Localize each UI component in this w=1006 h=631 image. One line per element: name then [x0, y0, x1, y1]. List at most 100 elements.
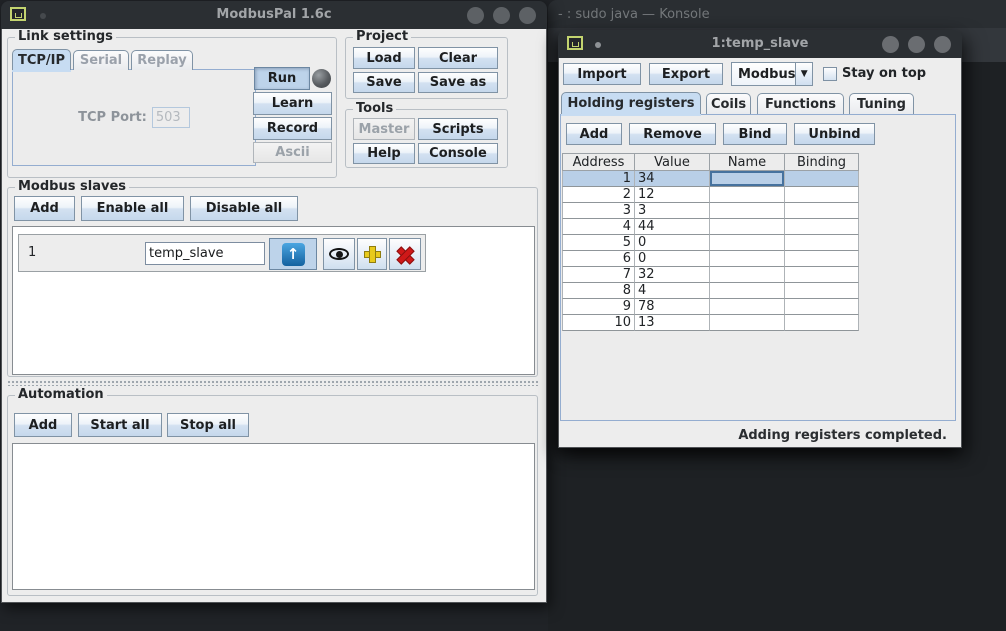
tab-tuning[interactable]: Tuning	[849, 93, 914, 114]
cell-binding[interactable]	[785, 315, 859, 331]
minimize-button[interactable]	[882, 36, 899, 53]
cell-binding[interactable]	[785, 171, 859, 187]
cell-address[interactable]: 1	[562, 171, 635, 187]
table-row[interactable]: 444	[562, 219, 859, 235]
add-automation-button[interactable]: Add	[14, 413, 72, 437]
save-button[interactable]: Save	[353, 72, 415, 93]
cell-address[interactable]: 7	[562, 267, 635, 283]
run-button[interactable]: Run	[254, 67, 310, 90]
slave-row[interactable]: 1 ↑	[18, 234, 426, 272]
ascii-button[interactable]: Ascii	[253, 142, 332, 163]
cell-name[interactable]	[710, 203, 785, 219]
cell-name[interactable]	[710, 299, 785, 315]
modbus-mode-select[interactable]: Modbus ▼	[731, 62, 813, 86]
temp-slave-titlebar[interactable]: 1:temp_slave	[558, 30, 962, 58]
cell-value[interactable]: 0	[635, 251, 710, 267]
cell-name[interactable]	[710, 187, 785, 203]
column-header-name[interactable]: Name	[710, 153, 785, 171]
add-register-button[interactable]: Add	[566, 123, 622, 145]
cell-binding[interactable]	[785, 267, 859, 283]
console-button[interactable]: Console	[418, 143, 498, 164]
cell-address[interactable]: 6	[562, 251, 635, 267]
cell-name[interactable]	[710, 267, 785, 283]
close-button[interactable]	[519, 7, 536, 24]
cell-address[interactable]: 3	[562, 203, 635, 219]
start-all-button[interactable]: Start all	[78, 413, 162, 437]
cell-name[interactable]	[710, 315, 785, 331]
slave-name-input[interactable]	[145, 242, 265, 265]
cell-address[interactable]: 9	[562, 299, 635, 315]
cell-binding[interactable]	[785, 187, 859, 203]
tab-tcpip[interactable]: TCP/IP	[12, 49, 71, 70]
cell-name[interactable]	[710, 171, 785, 187]
scripts-button[interactable]: Scripts	[418, 118, 498, 140]
maximize-button[interactable]	[493, 7, 510, 24]
maximize-button[interactable]	[908, 36, 925, 53]
bind-button[interactable]: Bind	[723, 123, 787, 145]
cell-value[interactable]: 34	[635, 171, 710, 187]
chevron-down-icon[interactable]: ▼	[795, 63, 812, 85]
cell-address[interactable]: 4	[562, 219, 635, 235]
cell-address[interactable]: 2	[562, 187, 635, 203]
table-row[interactable]: 134	[562, 171, 859, 187]
cell-value[interactable]: 12	[635, 187, 710, 203]
table-row[interactable]: 60	[562, 251, 859, 267]
clear-button[interactable]: Clear	[418, 47, 498, 69]
stay-on-top-checkbox[interactable]	[823, 67, 837, 81]
tab-serial[interactable]: Serial	[73, 50, 129, 70]
close-button[interactable]	[934, 36, 951, 53]
table-row[interactable]: 212	[562, 187, 859, 203]
cell-value[interactable]: 44	[635, 219, 710, 235]
cell-name[interactable]	[710, 219, 785, 235]
cell-name[interactable]	[710, 251, 785, 267]
slave-enabled-toggle-button[interactable]: ↑	[269, 238, 317, 270]
table-row[interactable]: 84	[562, 283, 859, 299]
cell-binding[interactable]	[785, 235, 859, 251]
table-row[interactable]: 33	[562, 203, 859, 219]
minimize-button[interactable]	[467, 7, 484, 24]
table-row[interactable]: 50	[562, 235, 859, 251]
table-row[interactable]: 978	[562, 299, 859, 315]
split-divider[interactable]	[7, 380, 538, 386]
delete-slave-button[interactable]	[389, 238, 421, 270]
cell-value[interactable]: 4	[635, 283, 710, 299]
konsole-titlebar[interactable]: - : sudo java — Konsole	[548, 0, 1006, 28]
cell-binding[interactable]	[785, 251, 859, 267]
stop-all-button[interactable]: Stop all	[167, 413, 249, 437]
table-row[interactable]: 1013	[562, 315, 859, 331]
disable-all-button[interactable]: Disable all	[190, 196, 298, 221]
help-button[interactable]: Help	[353, 143, 415, 164]
add-slave-button[interactable]: Add	[14, 196, 75, 221]
modbuspal-titlebar[interactable]: ModbusPal 1.6c	[1, 1, 547, 29]
view-slave-button[interactable]	[323, 238, 355, 270]
cell-address[interactable]: 10	[562, 315, 635, 331]
cell-value[interactable]: 0	[635, 235, 710, 251]
cell-value[interactable]: 78	[635, 299, 710, 315]
tab-coils[interactable]: Coils	[706, 93, 751, 114]
record-button[interactable]: Record	[253, 117, 332, 140]
cell-binding[interactable]	[785, 219, 859, 235]
cell-address[interactable]: 5	[562, 235, 635, 251]
cell-value[interactable]: 13	[635, 315, 710, 331]
remove-register-button[interactable]: Remove	[629, 123, 716, 145]
cell-name[interactable]	[710, 235, 785, 251]
cell-value[interactable]: 3	[635, 203, 710, 219]
tab-replay[interactable]: Replay	[131, 50, 193, 70]
save-as-button[interactable]: Save as	[418, 72, 498, 93]
cell-name[interactable]	[710, 283, 785, 299]
unbind-button[interactable]: Unbind	[794, 123, 875, 145]
column-header-value[interactable]: Value	[635, 153, 710, 171]
cell-value[interactable]: 32	[635, 267, 710, 283]
master-button[interactable]: Master	[353, 118, 415, 140]
add-tuning-button[interactable]	[357, 238, 387, 270]
table-row[interactable]: 732	[562, 267, 859, 283]
tcp-port-input[interactable]	[152, 107, 190, 128]
column-header-address[interactable]: Address	[562, 153, 635, 171]
cell-address[interactable]: 8	[562, 283, 635, 299]
load-button[interactable]: Load	[353, 47, 415, 69]
tab-holding-registers[interactable]: Holding registers	[561, 92, 701, 114]
learn-button[interactable]: Learn	[253, 92, 332, 115]
import-button[interactable]: Import	[563, 63, 641, 85]
enable-all-button[interactable]: Enable all	[81, 196, 184, 221]
cell-binding[interactable]	[785, 203, 859, 219]
